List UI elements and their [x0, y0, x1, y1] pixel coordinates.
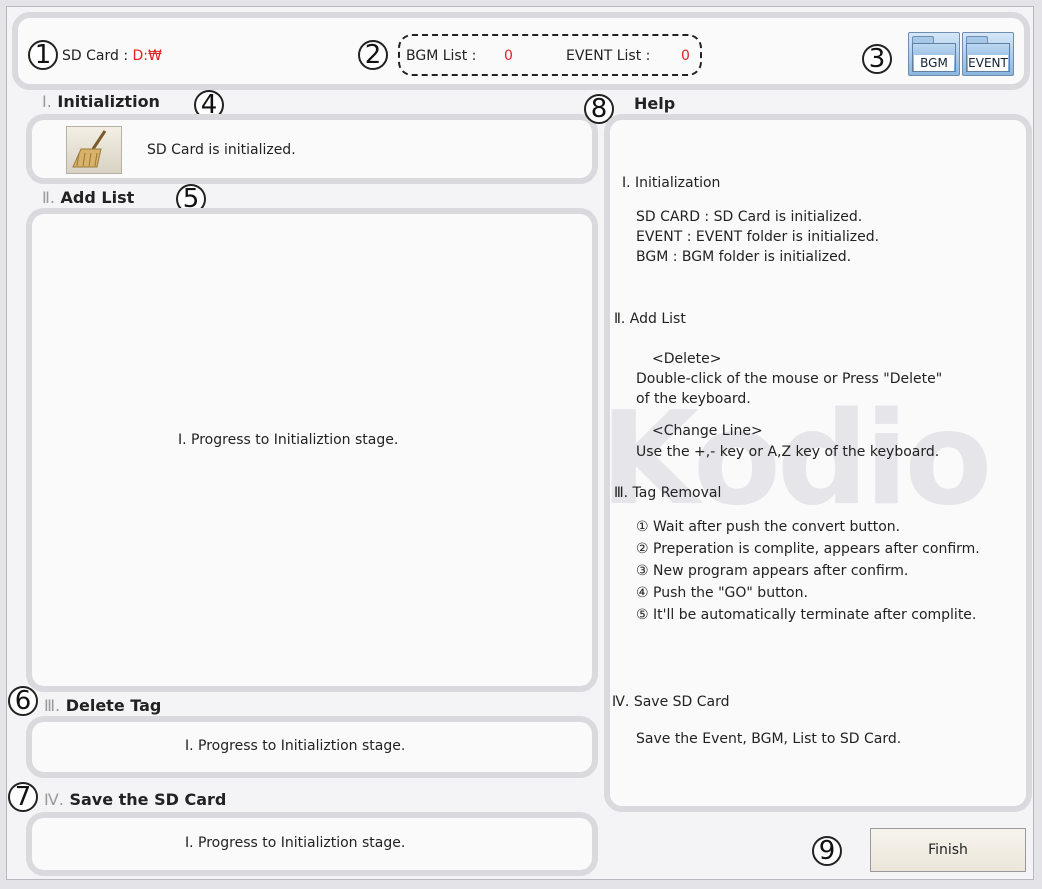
help-s2-delete-head: <Delete> — [652, 351, 722, 367]
section-delete-tag-title: Ⅲ. Delete Tag — [44, 696, 161, 715]
finish-button[interactable]: Finish — [870, 828, 1026, 872]
help-s3-line-4: ④ Push the "GO" button. — [636, 585, 808, 601]
sd-card-drive: D:₩ — [132, 48, 162, 64]
sd-card-label-text: SD Card : — [62, 48, 129, 64]
help-s4-title: Ⅳ. Save SD Card — [612, 694, 730, 710]
marker-1: 1 — [28, 40, 58, 70]
marker-3: 3 — [862, 44, 892, 74]
help-s1-line-2: EVENT : EVENT folder is initialized. — [636, 229, 880, 245]
event-folder-label: EVENT — [968, 55, 1008, 71]
add-list-panel[interactable] — [26, 208, 598, 692]
help-s2-change-head: <Change Line> — [652, 423, 763, 439]
help-s1-line-1: SD CARD : SD Card is initialized. — [636, 209, 863, 225]
section-initialization-roman: Ⅰ. — [42, 92, 52, 111]
help-s4-line: Save the Event, BGM, List to SD Card. — [636, 731, 902, 747]
section-add-list-roman: Ⅱ. — [42, 188, 55, 207]
marker-6: 6 — [8, 686, 38, 716]
event-list-count: 0 — [681, 48, 690, 64]
section-initialization-title-text: Initializtion — [57, 92, 160, 111]
help-s3-line-5: ⑤ It'll be automatically terminate after… — [636, 607, 977, 623]
help-title: Help — [634, 94, 676, 113]
event-folder-button[interactable]: EVENT — [962, 32, 1014, 76]
section-save-sd-roman: Ⅳ. — [44, 790, 64, 809]
initialization-status: SD Card is initialized. — [147, 142, 296, 158]
section-save-sd-title: Ⅳ. Save the SD Card — [44, 790, 226, 809]
section-delete-tag-roman: Ⅲ. — [44, 696, 61, 715]
help-s3-line-2: ② Preperation is complite, appears after… — [636, 541, 980, 557]
bgm-list-count: 0 — [504, 48, 513, 64]
section-add-list-title-text: Add List — [60, 188, 135, 207]
marker-9: 9 — [812, 836, 842, 866]
help-s2-delete-line-2: of the keyboard. — [636, 391, 751, 407]
section-save-sd-title-text: Save the SD Card — [69, 790, 227, 809]
save-sd-status: Ⅰ. Progress to Initializtion stage. — [185, 835, 406, 851]
help-s2-change-line: Use the +,- key or A,Z key of the keyboa… — [636, 444, 940, 460]
section-initialization-title: Ⅰ. Initializtion — [42, 92, 160, 111]
bgm-folder-label: BGM — [914, 55, 954, 71]
bgm-list-label: BGM List : — [406, 48, 477, 64]
broom-icon-graphic — [72, 130, 107, 168]
help-s3-line-1: ① Wait after push the convert button. — [636, 519, 901, 535]
marker-7: 7 — [8, 782, 38, 812]
add-list-status: Ⅰ. Progress to Initializtion stage. — [178, 432, 399, 448]
help-s2-delete-line-1: Double-click of the mouse or Press "Dele… — [636, 371, 943, 387]
help-s2-title: Ⅱ. Add List — [614, 311, 686, 327]
bgm-folder-button[interactable]: BGM — [908, 32, 960, 76]
delete-tag-status: Ⅰ. Progress to Initializtion stage. — [185, 738, 406, 754]
sd-card-label: SD Card : D:₩ — [62, 48, 162, 64]
marker-2: 2 — [358, 40, 388, 70]
broom-icon[interactable] — [66, 126, 122, 174]
section-delete-tag-title-text: Delete Tag — [65, 696, 162, 715]
help-s3-title: Ⅲ. Tag Removal — [614, 485, 722, 501]
help-s1-line-3: BGM : BGM folder is initialized. — [636, 249, 852, 265]
event-list-label: EVENT List : — [566, 48, 651, 64]
help-s1-title: Ⅰ. Initialization — [622, 175, 721, 191]
help-s3-line-3: ③ New program appears after confirm. — [636, 563, 909, 579]
section-add-list-title: Ⅱ. Add List — [42, 188, 134, 207]
